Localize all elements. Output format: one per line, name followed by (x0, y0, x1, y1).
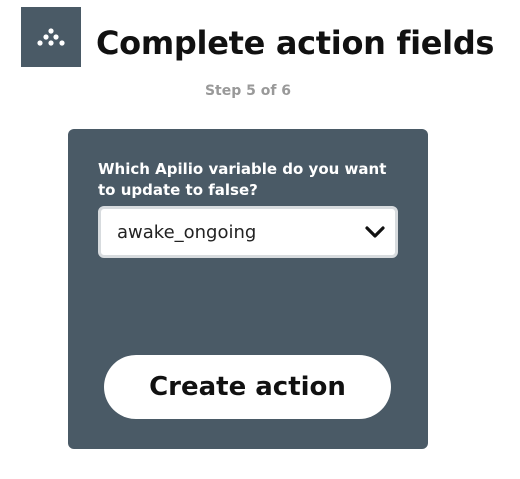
page-title: Complete action fields (96, 24, 495, 62)
apilio-logo (21, 7, 81, 67)
variable-select[interactable]: awake_ongoing (98, 206, 398, 258)
action-fields-card: Which Apilio variable do you want to upd… (68, 129, 428, 449)
create-action-button[interactable]: Create action (104, 355, 391, 419)
step-indicator: Step 5 of 6 (204, 83, 292, 99)
chevron-down-icon (365, 226, 385, 238)
apilio-dots-icon (37, 28, 65, 46)
variable-field-label: Which Apilio variable do you want to upd… (98, 160, 387, 199)
page: Complete action fields Step 5 of 6 Which… (0, 0, 520, 479)
variable-select-value: awake_ongoing (117, 222, 257, 243)
